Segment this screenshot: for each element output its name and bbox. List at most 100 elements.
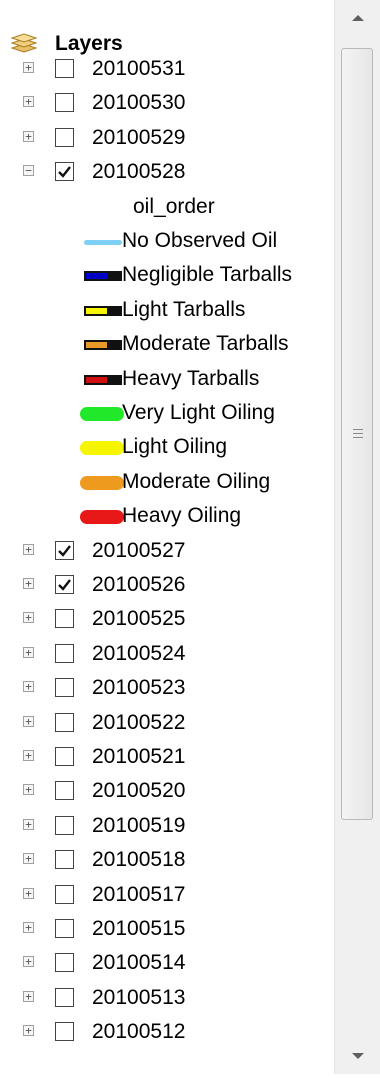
legend-symbol-icon: [84, 240, 122, 245]
layer-name[interactable]: 20100514: [92, 951, 185, 975]
expand-icon[interactable]: +: [23, 130, 34, 142]
legend-label: Very Light Oiling: [122, 401, 275, 424]
expand-icon[interactable]: +: [23, 578, 34, 589]
expand-icon[interactable]: +: [23, 715, 34, 727]
layer-name[interactable]: 20100518: [92, 848, 185, 872]
layer-row[interactable]: +20100520: [0, 775, 335, 809]
layer-name[interactable]: 20100529: [92, 126, 185, 150]
layer-visibility-checkbox[interactable]: [55, 540, 74, 560]
layer-visibility-checkbox[interactable]: [55, 678, 74, 698]
legend-label: No Observed Oil: [122, 229, 278, 252]
scroll-down-button[interactable]: [335, 1038, 380, 1074]
layer-name[interactable]: 20100522: [92, 711, 185, 735]
legend-item: Moderate Oiling: [0, 466, 335, 500]
layer-row[interactable]: +20100521: [0, 741, 335, 775]
layer-row[interactable]: +20100524: [0, 638, 335, 672]
expand-icon[interactable]: +: [23, 681, 34, 693]
legend-symbol-icon: [84, 271, 122, 282]
layer-visibility-checkbox[interactable]: [55, 609, 74, 629]
expand-icon[interactable]: +: [23, 646, 34, 658]
expand-icon[interactable]: +: [23, 853, 34, 865]
layer-row[interactable]: +20100529: [0, 122, 335, 156]
layer-visibility-checkbox[interactable]: [55, 93, 74, 113]
layer-visibility-checkbox[interactable]: [55, 919, 74, 938]
layer-name[interactable]: 20100519: [92, 814, 185, 838]
layer-row[interactable]: +20100512: [0, 1016, 335, 1050]
layer-row[interactable]: +20100526: [0, 569, 335, 603]
expand-icon[interactable]: +: [23, 956, 34, 968]
layer-name[interactable]: 20100523: [92, 676, 185, 700]
chevron-down-icon: [352, 1053, 364, 1059]
chevron-up-icon: [352, 15, 364, 21]
table-of-contents-panel: Layers +20100531 +20100530 +20100529−20100…: [0, 0, 380, 1074]
layer-row[interactable]: +20100530: [0, 87, 335, 121]
layer-name[interactable]: 20100525: [92, 607, 185, 631]
collapse-icon[interactable]: −: [23, 165, 34, 177]
layer-visibility-checkbox[interactable]: [55, 59, 74, 78]
layer-visibility-checkbox[interactable]: [55, 1022, 74, 1042]
layer-visibility-checkbox[interactable]: [55, 781, 74, 801]
layer-visibility-checkbox[interactable]: [55, 162, 74, 182]
layer-row[interactable]: +20100522: [0, 707, 335, 741]
layer-visibility-checkbox[interactable]: [55, 127, 74, 147]
layer-name[interactable]: 20100521: [92, 745, 185, 769]
layer-name[interactable]: 20100513: [92, 986, 185, 1010]
layer-name[interactable]: 20100517: [92, 883, 185, 907]
legend-label: Negligible Tarballs: [122, 263, 293, 287]
layer-row[interactable]: +20100513: [0, 982, 335, 1016]
layer-row[interactable]: +20100518: [0, 844, 335, 878]
expand-icon[interactable]: +: [23, 543, 34, 555]
layer-name[interactable]: 20100524: [92, 642, 185, 666]
layer-name[interactable]: 20100512: [92, 1020, 185, 1044]
expand-icon[interactable]: +: [23, 96, 34, 108]
legend-label: Light Oiling: [122, 435, 228, 459]
layer-name[interactable]: 20100520: [92, 779, 185, 803]
layer-visibility-checkbox[interactable]: [55, 953, 74, 973]
scroll-up-button[interactable]: [335, 0, 380, 36]
vertical-scrollbar[interactable]: [334, 0, 380, 1074]
legend-label: Moderate Tarballs: [122, 332, 289, 356]
layer-name[interactable]: 20100528: [92, 160, 185, 184]
expand-icon[interactable]: +: [23, 887, 34, 899]
legend-item: Very Light Oiling: [0, 397, 335, 431]
layer-row[interactable]: +20100517: [0, 879, 335, 913]
legend-item: Light Oiling: [0, 431, 335, 465]
layer-visibility-checkbox[interactable]: [55, 712, 74, 732]
legend-symbol-icon: [84, 305, 122, 316]
layer-visibility-checkbox[interactable]: [55, 815, 74, 835]
expand-icon[interactable]: +: [23, 62, 34, 73]
layer-visibility-checkbox[interactable]: [55, 643, 74, 663]
layer-visibility-checkbox[interactable]: [55, 747, 74, 766]
expand-icon[interactable]: +: [23, 612, 34, 624]
layer-row[interactable]: +20100519: [0, 810, 335, 844]
expand-icon[interactable]: +: [23, 922, 34, 933]
layer-visibility-checkbox[interactable]: [55, 850, 74, 870]
layer-name[interactable]: 20100531: [92, 57, 185, 81]
scroll-thumb[interactable]: [341, 48, 373, 820]
legend-label: Heavy Oiling: [122, 504, 242, 528]
layer-visibility-checkbox[interactable]: [55, 575, 74, 594]
layer-row[interactable]: +20100514: [0, 947, 335, 981]
layer-name[interactable]: 20100526: [92, 573, 185, 597]
layer-row[interactable]: +20100527: [0, 535, 335, 569]
expand-icon[interactable]: +: [23, 784, 34, 796]
layer-name[interactable]: 20100530: [92, 91, 185, 115]
layer-visibility-checkbox[interactable]: [55, 884, 74, 904]
expand-icon[interactable]: +: [23, 990, 34, 1002]
layer-row[interactable]: +20100515: [0, 913, 335, 947]
legend-label: Heavy Tarballs: [122, 366, 260, 390]
layer-name[interactable]: 20100527: [92, 539, 185, 563]
layer-name[interactable]: 20100515: [92, 917, 185, 941]
layer-row[interactable]: − 20100528: [0, 156, 335, 190]
legend-symbol-icon: [80, 441, 124, 456]
legend-item: Heavy Oiling: [0, 500, 335, 534]
layer-row[interactable]: +20100523: [0, 672, 335, 706]
layer-row[interactable]: +20100525: [0, 603, 335, 637]
expand-icon[interactable]: +: [23, 818, 34, 830]
layer-visibility-checkbox[interactable]: [55, 987, 74, 1007]
layer-row[interactable]: +20100531: [0, 53, 335, 87]
expand-icon[interactable]: +: [23, 1025, 34, 1037]
legend-symbol-icon: [84, 340, 122, 351]
legend-label: Light Tarballs: [122, 297, 246, 321]
expand-icon[interactable]: +: [23, 750, 34, 761]
